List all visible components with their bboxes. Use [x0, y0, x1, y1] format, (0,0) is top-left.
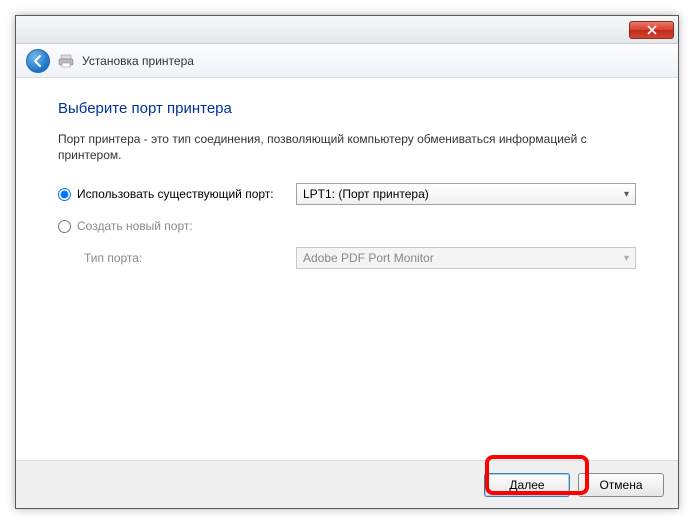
back-arrow-icon — [31, 54, 45, 68]
page-heading: Выберите порт принтера — [58, 100, 636, 117]
radio-create-new-text: Создать новый порт: — [77, 219, 193, 233]
existing-port-select[interactable]: LPT1: (Порт принтера) — [296, 183, 636, 205]
option-create-new-row: Создать новый порт: — [58, 219, 636, 233]
next-button[interactable]: Далее — [484, 473, 570, 497]
radio-create-new[interactable] — [58, 220, 71, 233]
titlebar — [16, 16, 678, 44]
radio-use-existing[interactable] — [58, 188, 71, 201]
header-title: Установка принтера — [82, 54, 194, 68]
printer-icon — [58, 53, 74, 69]
port-type-select: Adobe PDF Port Monitor — [296, 247, 636, 269]
option-use-existing-label[interactable]: Использовать существующий порт: — [58, 187, 288, 201]
back-button[interactable] — [26, 49, 50, 73]
option-create-new-label[interactable]: Создать новый порт: — [58, 219, 288, 233]
close-button[interactable] — [629, 21, 674, 39]
port-type-row: Тип порта: Adobe PDF Port Monitor — [58, 247, 636, 269]
content-area: Выберите порт принтера Порт принтера - э… — [16, 78, 678, 460]
port-type-label: Тип порта: — [84, 251, 288, 265]
page-description: Порт принтера - это тип соединения, позв… — [58, 131, 636, 163]
next-button-label: Далее — [509, 478, 544, 492]
wizard-window: Установка принтера Выберите порт принтер… — [15, 15, 679, 509]
header-bar: Установка принтера — [16, 44, 678, 78]
close-icon — [647, 25, 657, 35]
option-use-existing-row: Использовать существующий порт: LPT1: (П… — [58, 183, 636, 205]
existing-port-value: LPT1: (Порт принтера) — [303, 187, 429, 201]
port-type-value: Adobe PDF Port Monitor — [303, 251, 434, 265]
cancel-button-label: Отмена — [599, 478, 642, 492]
radio-use-existing-text: Использовать существующий порт: — [77, 187, 274, 201]
cancel-button[interactable]: Отмена — [578, 473, 664, 497]
footer: Далее Отмена — [16, 460, 678, 508]
